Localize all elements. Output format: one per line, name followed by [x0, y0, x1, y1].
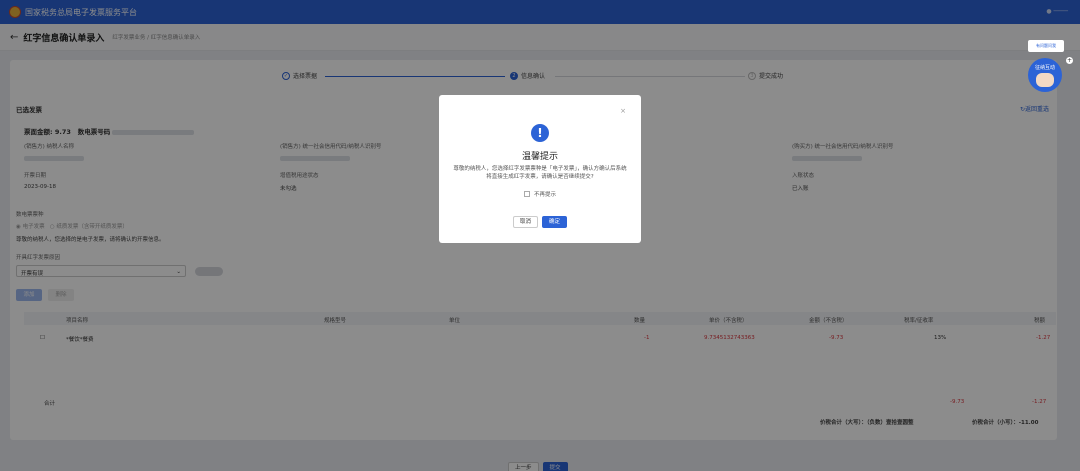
helper-name: 征纳互动	[1034, 65, 1055, 71]
checkbox-label: 不再提示	[533, 192, 556, 198]
helper-face-icon	[1036, 73, 1054, 87]
dialog-message: 尊敬的纳税人，您选择红字发票票种是「电子发票」，确认方确认后系统将直接生成红字发…	[453, 166, 627, 180]
helper-avatar[interactable]: 征纳互动	[1028, 58, 1062, 92]
confirm-dialog: × ! 温馨提示 尊敬的纳税人，您选择红字发票票种是「电子发票」，确认方确认后系…	[439, 95, 641, 243]
close-icon[interactable]: ×	[620, 107, 626, 115]
dialog-title: 温馨提示	[521, 152, 558, 162]
confirm-button[interactable]: 确定	[542, 216, 568, 228]
expand-icon[interactable]: +	[1066, 57, 1073, 64]
dont-show-again[interactable]: 不再提示	[439, 190, 641, 198]
checkbox[interactable]	[523, 191, 530, 197]
cancel-button[interactable]: 取消	[512, 216, 538, 228]
helper-bubble[interactable]: 有问题问我	[1028, 40, 1064, 52]
dialog-buttons: 取消 确定	[439, 216, 641, 228]
warning-icon: !	[531, 124, 549, 142]
